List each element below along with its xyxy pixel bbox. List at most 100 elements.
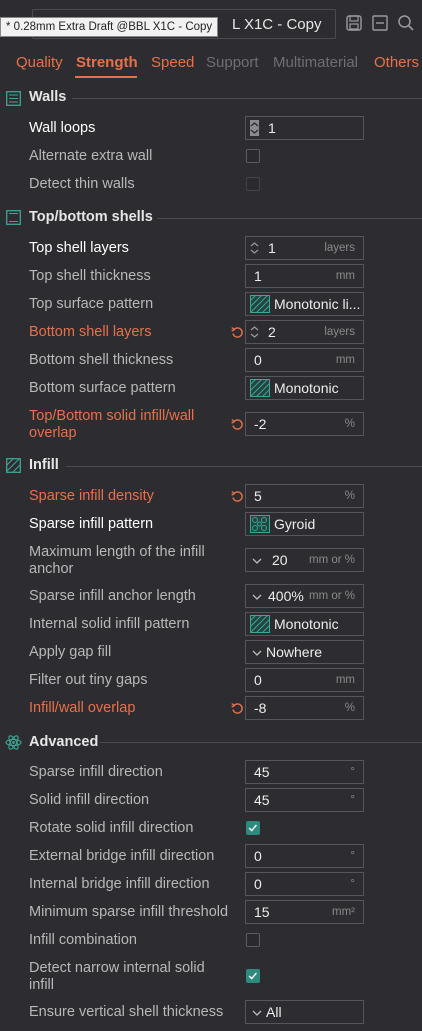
unit-label: mm² [332,906,355,918]
bottom-surface-pattern-value: Monotonic [274,380,339,396]
alternate-extra-wall-label: Alternate extra wall [29,148,153,164]
spinner-arrows-icon[interactable] [250,120,259,136]
chevron-down-icon[interactable] [252,1009,262,1017]
top-shell-layers-label: Top shell layers [29,240,129,256]
section-title-top-bottom-shells: Top/bottom shells [29,209,153,225]
internal-solid-pattern-label: Internal solid infill pattern [29,616,190,632]
internal-solid-pattern-select[interactable]: Monotonic [245,612,364,636]
top-surface-pattern-select[interactable]: Monotonic li... [245,292,364,316]
internal-bridge-direction-input[interactable]: 0 ° [245,872,364,896]
tab-others[interactable]: Others [374,54,419,71]
tab-support[interactable]: Support [206,54,259,71]
solid-infill-overlap-input[interactable]: -2 % [245,412,364,436]
wall-loops-spinner[interactable]: 1 [245,116,364,140]
unit-label: mm or % [309,554,355,566]
min-sparse-threshold-value: 15 [254,904,270,920]
min-sparse-threshold-input[interactable]: 15 mm² [245,900,364,924]
save-icon[interactable] [345,14,363,32]
anchor-length-value: 400% [268,588,304,604]
infill-wall-overlap-value: -8 [254,700,267,716]
bottom-shell-thickness-value: 0 [254,352,262,368]
checkmark-icon [248,972,257,980]
reset-icon[interactable] [231,326,244,339]
infill-combination-label: Infill combination [29,932,137,948]
tab-speed[interactable]: Speed [151,54,194,71]
section-title-advanced: Advanced [29,734,99,750]
shells-icon [6,210,21,225]
top-shell-thickness-value: 1 [254,268,262,284]
solid-infill-overlap-value: -2 [254,416,267,432]
apply-gap-fill-label: Apply gap fill [29,644,112,660]
delete-preset-icon[interactable] [371,14,389,32]
infill-wall-overlap-label: Infill/wall overlap [29,700,136,716]
unit-label: ° [350,794,355,806]
detect-narrow-solid-checkbox[interactable] [246,969,260,983]
rotate-solid-infill-label: Rotate solid infill direction [29,820,194,836]
apply-gap-fill-select[interactable]: Nowhere [245,640,364,664]
reset-icon[interactable] [231,490,244,503]
top-shell-layers-spinner[interactable]: 1 layers [245,236,364,260]
bottom-shell-thickness-input[interactable]: 0 mm [245,348,364,372]
unit-label: % [344,702,355,714]
anchor-length-combo[interactable]: 400% mm or % [245,584,364,608]
chevron-down-icon[interactable] [252,557,262,565]
external-bridge-direction-input[interactable]: 0 ° [245,844,364,868]
chevron-down-icon[interactable] [252,649,262,657]
search-icon[interactable] [397,14,415,32]
chevron-down-icon[interactable] [252,593,262,601]
detect-narrow-solid-label: Detect narrow internal solid infill [29,960,205,993]
unit-label: layers [324,326,355,338]
unit-label: ° [350,850,355,862]
filter-tiny-gaps-input[interactable]: 0 mm [245,668,364,692]
solid-infill-direction-label: Solid infill direction [29,792,150,808]
max-anchor-length-value: 20 [272,552,288,568]
detect-thin-walls-checkbox[interactable] [246,177,260,191]
unit-label: mm or % [309,590,355,602]
gyroid-pattern-icon [250,515,270,533]
section-divider [72,98,422,99]
bottom-surface-pattern-label: Bottom surface pattern [29,380,176,396]
reset-icon[interactable] [231,702,244,715]
sparse-infill-pattern-value: Gyroid [274,516,316,532]
unit-label: mm [335,270,355,282]
unit-label: layers [324,242,355,254]
infill-icon [6,458,21,473]
alternate-extra-wall-checkbox[interactable] [246,149,260,163]
bottom-shell-layers-spinner[interactable]: 2 layers [245,320,364,344]
infill-combination-checkbox[interactable] [246,933,260,947]
bottom-surface-pattern-select[interactable]: Monotonic [245,376,364,400]
solid-infill-direction-input[interactable]: 45 ° [245,788,364,812]
bottom-shell-layers-value: 2 [268,324,276,340]
sparse-infill-pattern-select[interactable]: Gyroid [245,512,364,536]
filter-tiny-gaps-value: 0 [254,672,262,688]
top-shell-layers-value: 1 [268,240,276,256]
sparse-infill-direction-label: Sparse infill direction [29,764,163,780]
reset-icon[interactable] [231,418,244,431]
tab-multimaterial[interactable]: Multimaterial [273,54,358,71]
unit-label: ° [350,766,355,778]
sparse-infill-direction-input[interactable]: 45 ° [245,760,364,784]
max-anchor-length-label: Maximum length of the infill anchor [29,544,205,577]
unit-label: % [344,490,355,502]
wall-loops-label: Wall loops [29,120,96,136]
infill-wall-overlap-input[interactable]: -8 % [245,696,364,720]
spinner-arrows-icon[interactable] [250,240,259,256]
internal-solid-pattern-value: Monotonic [274,616,339,632]
top-surface-pattern-value: Monotonic li... [274,296,361,312]
bottom-shell-layers-label: Bottom shell layers [29,324,152,340]
detect-thin-walls-label: Detect thin walls [29,176,135,192]
ensure-vertical-shell-select[interactable]: All [245,1000,364,1024]
sparse-infill-density-input[interactable]: 5 % [245,484,364,508]
spinner-arrows-icon[interactable] [250,324,259,340]
tab-strength[interactable]: Strength [76,54,138,71]
unit-label: ° [350,878,355,890]
wall-loops-value: 1 [268,120,276,136]
tab-quality[interactable]: Quality [16,54,63,71]
advanced-icon [5,735,22,750]
top-shell-thickness-input[interactable]: 1 mm [245,264,364,288]
preset-tooltip: * 0.28mm Extra Draft @BBL X1C - Copy [0,17,219,37]
sparse-infill-pattern-label: Sparse infill pattern [29,516,154,532]
rotate-solid-infill-checkbox[interactable] [246,821,260,835]
top-surface-pattern-label: Top surface pattern [29,296,154,312]
max-anchor-length-combo[interactable]: 20 mm or % [245,548,364,572]
